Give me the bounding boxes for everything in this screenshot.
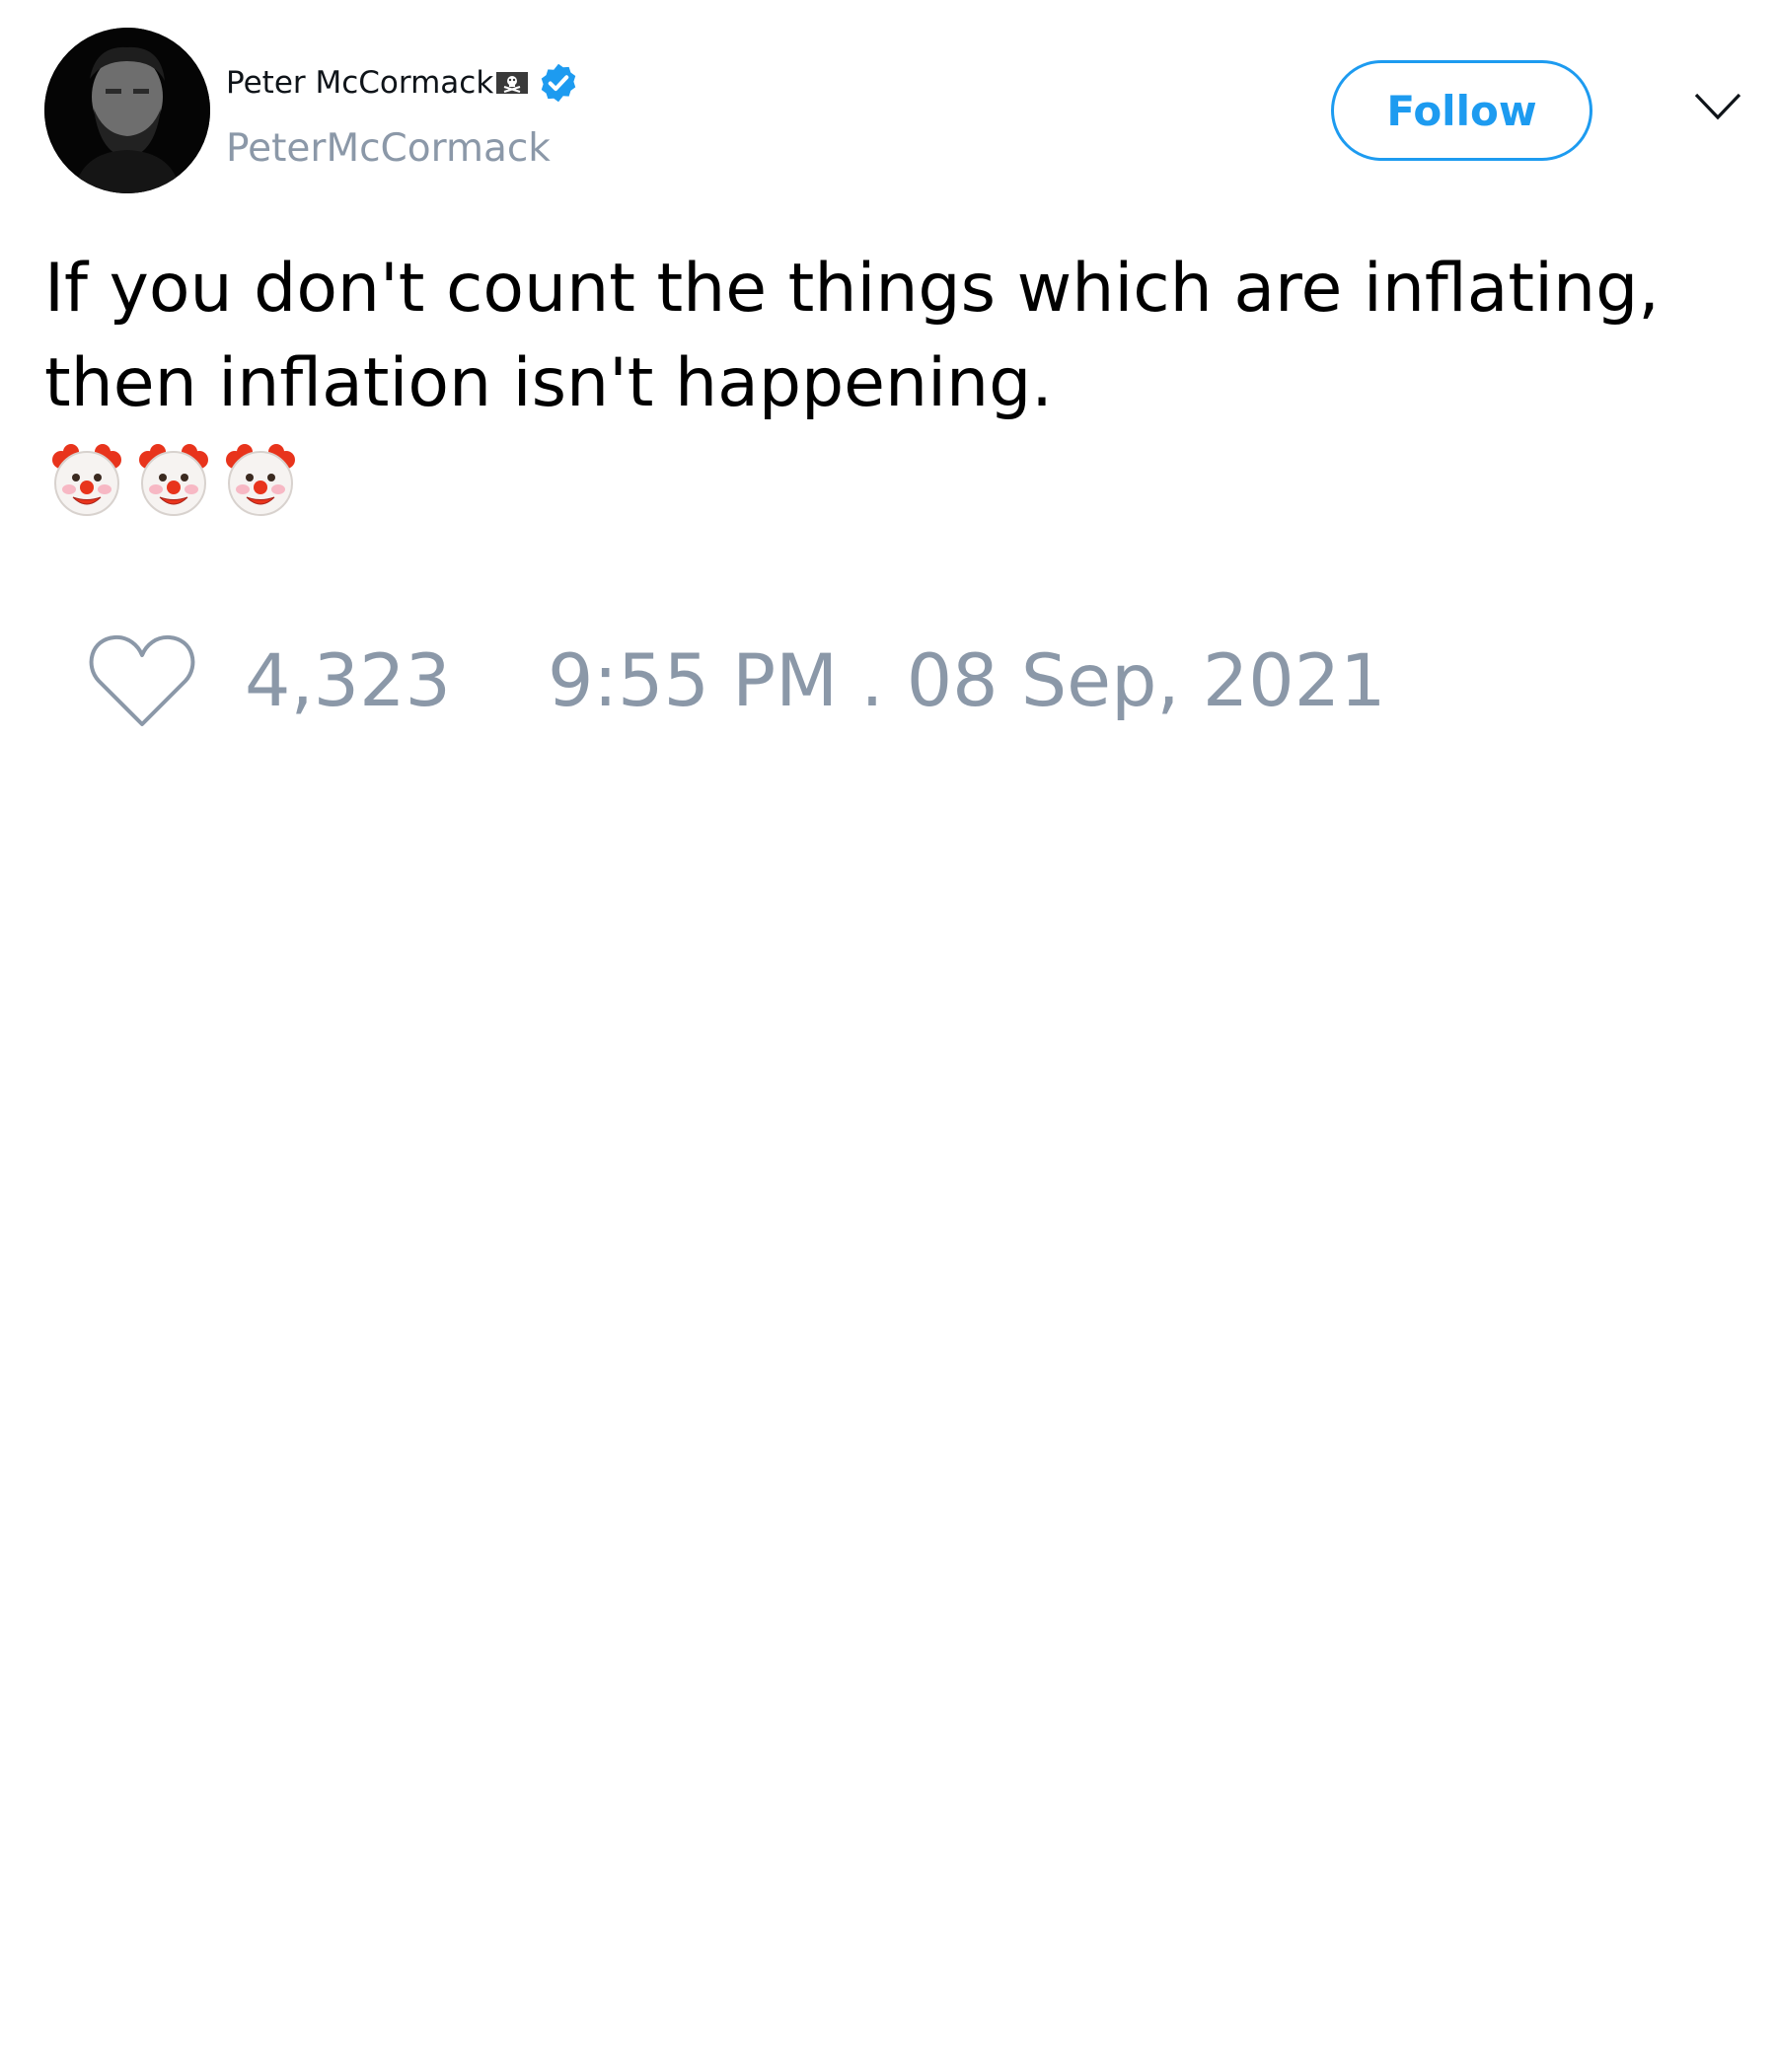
tweet-text: If you don't count the things which are … bbox=[44, 242, 1741, 431]
follow-button[interactable]: Follow bbox=[1331, 60, 1592, 161]
clown-face-icon bbox=[226, 444, 295, 516]
clown-face-icon bbox=[52, 444, 121, 516]
heart-icon[interactable] bbox=[89, 633, 195, 728]
avatar-photo bbox=[44, 28, 210, 193]
chevron-down-icon[interactable] bbox=[1693, 91, 1742, 122]
tweet-footer: 4,323 9:55 PM . 08 Sep, 2021 bbox=[89, 631, 1386, 730]
clown-face-icon bbox=[139, 444, 208, 516]
tweet-card: Peter McCormack PeterMcCormack Follow If… bbox=[0, 0, 1776, 2072]
tweet-text-line: then inflation isn't happening. bbox=[44, 344, 1053, 422]
author-display-name[interactable]: Peter McCormack bbox=[226, 65, 493, 101]
avatar[interactable] bbox=[44, 28, 210, 193]
like-count: 4,323 bbox=[245, 638, 451, 723]
author-name-row: Peter McCormack bbox=[226, 61, 580, 105]
pirate-flag-icon bbox=[495, 70, 529, 96]
author-handle[interactable]: PeterMcCormack bbox=[226, 126, 551, 171]
tweet-timestamp[interactable]: 9:55 PM . 08 Sep, 2021 bbox=[548, 639, 1386, 723]
tweet-text-line: If you don't count the things which are … bbox=[44, 250, 1660, 328]
verified-badge-icon bbox=[537, 61, 580, 105]
emoji-row bbox=[47, 440, 300, 519]
